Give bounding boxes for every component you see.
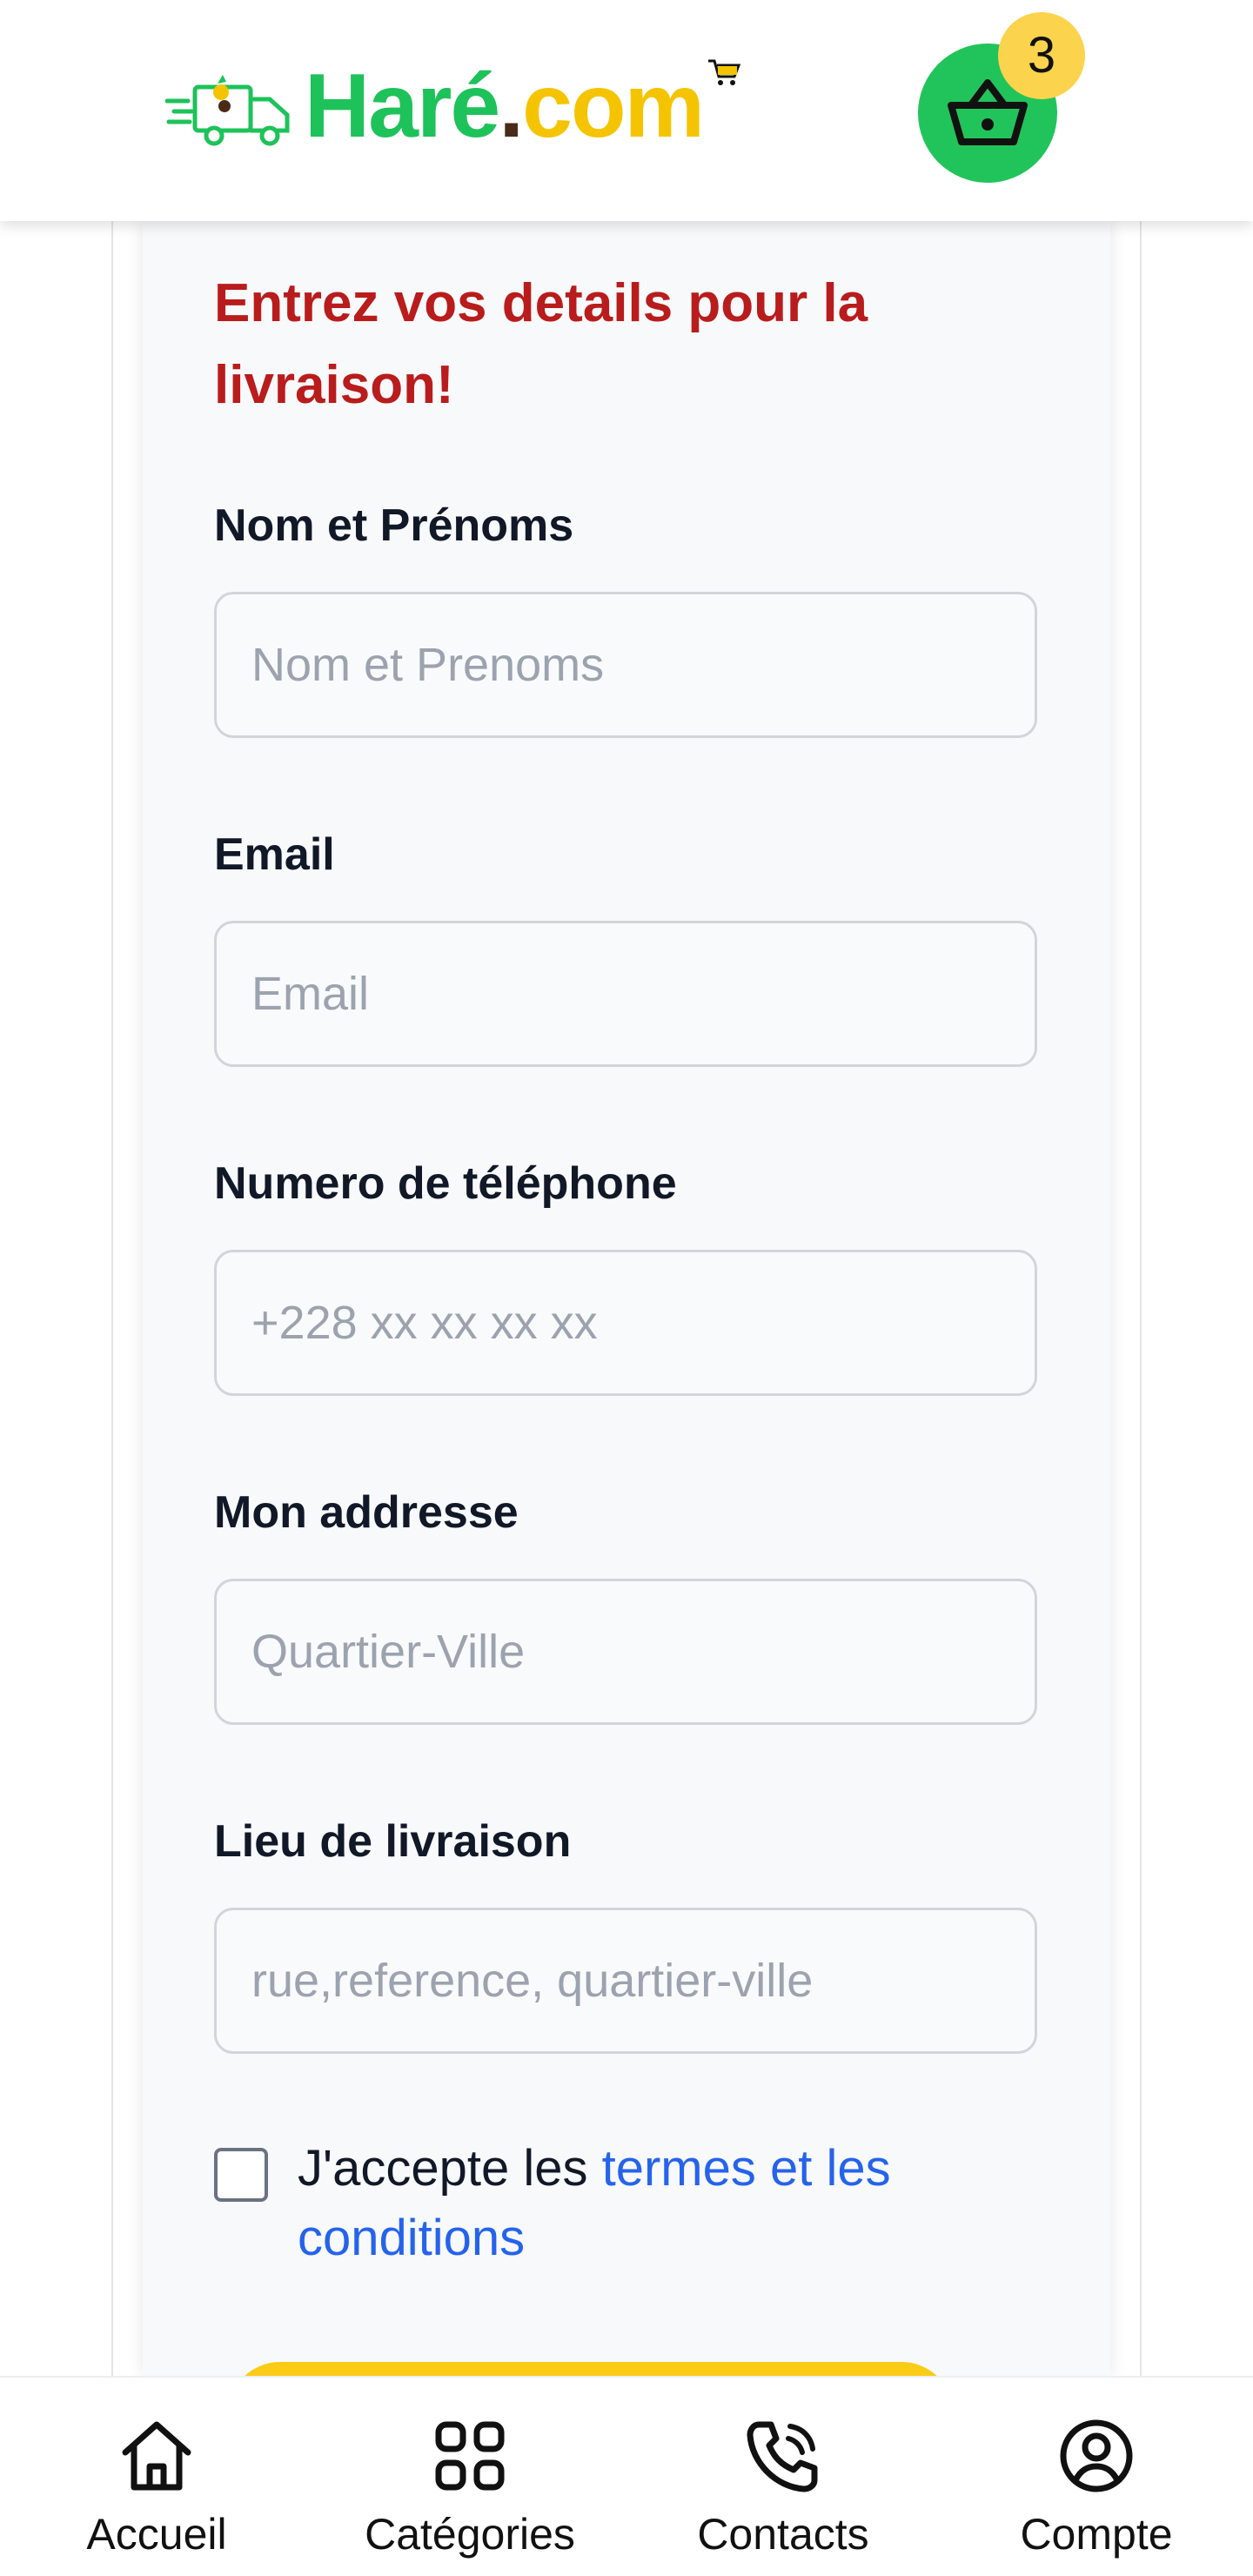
email-input[interactable] xyxy=(214,921,1037,1067)
delivery-form-card: Entrez vos details pour la livraison! No… xyxy=(143,221,1110,2466)
nav-item-compte[interactable]: Compte xyxy=(966,2378,1227,2576)
nav-label-categories: Catégories xyxy=(365,2510,575,2559)
form-title: Entrez vos details pour la livraison! xyxy=(214,273,868,415)
nav-item-contacts[interactable]: Contacts xyxy=(653,2378,914,2576)
user-circle-icon xyxy=(1060,2419,1133,2492)
bottom-nav: Accueil Catégories Contacts Compte xyxy=(0,2376,1253,2576)
nav-item-categories[interactable]: Catégories xyxy=(339,2378,600,2576)
address-input[interactable] xyxy=(214,1579,1037,1725)
nav-label-compte: Compte xyxy=(1020,2510,1173,2559)
full-name-label: Nom et Prénoms xyxy=(214,500,574,551)
nav-label-accueil: Accueil xyxy=(86,2510,227,2559)
grid-icon xyxy=(435,2421,505,2491)
phone-icon xyxy=(747,2421,818,2492)
terms-prefix: J'accepte les xyxy=(298,2140,602,2197)
terms-text: J'accepte les termes et les conditions xyxy=(298,2134,1046,2273)
app-root: Haré.com 3 Entrez vos details pour la li… xyxy=(0,0,1253,2576)
nav-label-contacts: Contacts xyxy=(697,2510,869,2559)
address-label: Mon addresse xyxy=(214,1487,519,1538)
delivery-truck-icon xyxy=(165,75,290,146)
delivery-location-input[interactable] xyxy=(214,1908,1037,2054)
small-cart-icon xyxy=(708,59,741,85)
cart-count-badge: 3 xyxy=(998,12,1085,99)
nav-item-accueil[interactable]: Accueil xyxy=(26,2378,287,2576)
hare-logo[interactable]: Haré.com xyxy=(165,54,748,158)
home-icon xyxy=(122,2421,191,2491)
logo-wordmark: Haré.com xyxy=(305,56,705,157)
phone-input[interactable] xyxy=(214,1250,1037,1396)
terms-checkbox[interactable] xyxy=(214,2148,268,2202)
full-name-input[interactable] xyxy=(214,592,1037,738)
email-label: Email xyxy=(214,829,335,880)
delivery-location-label: Lieu de livraison xyxy=(214,1816,572,1867)
app-header: Haré.com 3 xyxy=(0,0,1253,221)
phone-label: Numero de téléphone xyxy=(214,1158,677,1209)
